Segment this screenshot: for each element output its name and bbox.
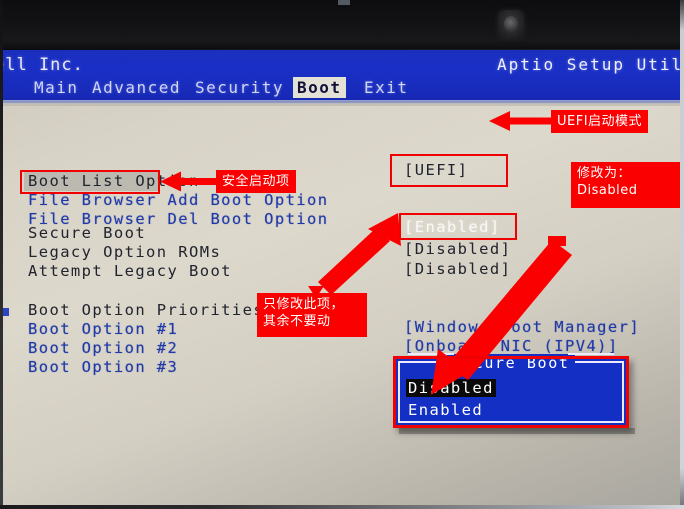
- dialog-rule-right: [568, 353, 614, 355]
- bezel-indicator: [338, 0, 350, 5]
- tab-boot[interactable]: Boot: [293, 77, 346, 98]
- photo-frame-left: [0, 0, 3, 509]
- annotation-secure-boot-item: 安全启动项: [216, 170, 296, 193]
- tab-exit[interactable]: Exit: [360, 77, 413, 98]
- setting-label-secure-boot[interactable]: Secure Boot: [28, 224, 146, 242]
- utility-title: Aptio Setup Utili: [497, 55, 684, 74]
- arrow-uefi: [489, 111, 553, 131]
- tab-main[interactable]: Main: [30, 77, 83, 98]
- laptop-screen-photo: ell Inc. Aptio Setup Utili Main Advanced…: [0, 0, 684, 509]
- bios-menubar: Main Advanced Security Boot Exit: [0, 76, 684, 100]
- arrow-change-to-tail: [548, 236, 566, 246]
- value-attempt-legacy-boot[interactable]: [Disabled]: [404, 260, 511, 278]
- dialog-shadow: [399, 428, 635, 434]
- arrow-only-this-item: [318, 213, 401, 295]
- annotation-uefi-mode: UEFI启动模式: [551, 110, 649, 133]
- laptop-bezel: [0, 0, 684, 52]
- setting-label-legacy-option-roms[interactable]: Legacy Option ROMs: [28, 243, 221, 261]
- webcam-lens-icon: [504, 16, 518, 32]
- setting-label-attempt-legacy-boot[interactable]: Attempt Legacy Boot: [28, 262, 232, 280]
- tab-security[interactable]: Security: [191, 77, 288, 98]
- highlight-box-uefi: [390, 154, 508, 187]
- bios-screen: ell Inc. Aptio Setup Utili Main Advanced…: [0, 50, 684, 505]
- boot-option-2-label[interactable]: Boot Option #2: [28, 339, 178, 357]
- boot-option-3-label[interactable]: Boot Option #3: [28, 358, 178, 376]
- highlight-box-secure-boot-label: [20, 170, 160, 194]
- boot-option-1-label[interactable]: Boot Option #1: [28, 320, 178, 338]
- webcam-icon: [498, 10, 524, 38]
- photo-frame-bottom: [0, 505, 684, 509]
- tab-advanced[interactable]: Advanced: [88, 77, 185, 98]
- titlebar-divider-2: [0, 104, 684, 106]
- annotation-change-to: 修改为： Disabled: [571, 162, 684, 208]
- boot-priorities-header: Boot Option Priorities: [28, 301, 265, 319]
- bios-titlebar: ell Inc. Aptio Setup Utili Main Advanced…: [0, 50, 684, 100]
- value-boot-option-1[interactable]: [Windows Boot Manager]: [404, 318, 640, 336]
- vendor-name: ell Inc.: [0, 55, 84, 75]
- value-legacy-option-roms[interactable]: [Disabled]: [404, 240, 511, 258]
- highlight-box-dialog: [393, 356, 629, 428]
- photo-frame-right: [680, 0, 684, 509]
- highlight-box-enabled: [399, 213, 517, 240]
- dialog-rule-left: [408, 353, 454, 355]
- annotation-only-this: 只修改此项， 其余不要动: [257, 293, 367, 337]
